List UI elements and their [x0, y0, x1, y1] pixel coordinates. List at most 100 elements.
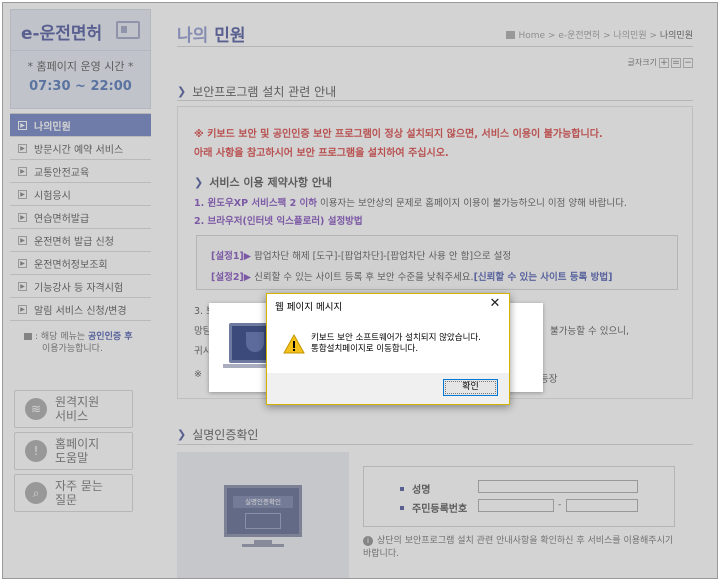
browser-page: e-운전면허 * 홈페이지 운영 시간 * 07:30 ~ 22:00 ▶ 나의민… — [2, 2, 718, 579]
chevron-right-icon: ❯ — [177, 85, 187, 98]
rrn-label: 주민등록번호 — [400, 500, 467, 515]
font-size-label: 글자크기 — [627, 58, 657, 67]
name-input[interactable] — [478, 480, 638, 493]
restriction-item-1: 1. 윈도우XP 서비스팩 2 이하 이용자는 보안상의 문제로 홈페이지 이용… — [194, 198, 627, 209]
divider — [177, 100, 693, 101]
sidebar-item-label: 연습면허발급 — [34, 213, 90, 225]
identity-verification: 실명인증확인 성명 주민등록번호 - i 상단의 보안프로그램 설치 관련 안내사… — [177, 452, 693, 578]
font-reset-button[interactable]: = — [671, 57, 681, 68]
arrow-right-icon: ▶ — [18, 120, 27, 130]
divider — [177, 46, 693, 47]
main-content: 나의 민원 Home > e-운전면허 > 나의민원 > 나의민원 글자크기 +… — [177, 3, 717, 578]
arrow-right-icon: ▶ — [18, 281, 27, 291]
setting-1: [설정1]▶ 팝업차단 해제 [도구]-[팝업차단]-[팝업차단 사용 안 함]… — [211, 251, 512, 262]
breadcrumb-current: 나의민원 — [659, 31, 693, 41]
remote-support-button[interactable]: ≋ 원격지원 서비스 — [14, 390, 133, 428]
monitor-icon: 실명인증확인 — [224, 485, 302, 537]
restriction-text: 불가능할 수 있으니, — [550, 326, 629, 337]
home-icon — [506, 31, 516, 39]
sidebar-item-license-issue[interactable]: ▶ 운전면허 발급 신청 — [10, 229, 151, 252]
breadcrumb-item[interactable]: 나의민원 — [613, 31, 646, 41]
sidebar-item-label: 나의민원 — [34, 121, 71, 133]
help-button[interactable]: ! 홈페이지 도움말 — [14, 432, 133, 470]
logo[interactable]: e-운전면허 — [10, 9, 151, 51]
sidebar-item-label: 운전면허 발급 신청 — [34, 236, 114, 248]
verification-form: 성명 주민등록번호 - — [363, 466, 675, 527]
trusted-site-link[interactable]: [신뢰할 수 있는 사이트 등록 방법] — [474, 272, 613, 283]
sidebar-item-practice-license[interactable]: ▶ 연습면허발급 — [10, 206, 151, 229]
sidebar-item-instructor-exam[interactable]: ▶ 기능강사 등 자격시험 — [10, 275, 151, 298]
message-dialog: 웹 페이지 메시지 ✕ 키보드 보안 소프트웨어가 설치되지 않았습니다. 통합설… — [266, 293, 510, 405]
id-card-icon — [245, 513, 281, 529]
arrow-right-icon: ▶ — [18, 235, 27, 245]
sidebar-item-my-civil[interactable]: ▶ 나의민원 — [10, 114, 151, 137]
logo-text: e-운전면허 — [21, 24, 103, 44]
arrow-right-icon: ▶ — [18, 258, 27, 268]
sidebar-item-label: 운전면허정보조회 — [34, 259, 108, 271]
sidebar-item-safety-education[interactable]: ▶ 교통안전교육 — [10, 160, 151, 183]
faq-button[interactable]: ⌕ 자주 묻는 질문 — [14, 474, 133, 512]
search-icon: ⌕ — [25, 482, 47, 504]
chevron-right-icon: ❯ — [177, 428, 187, 441]
verification-illustration: 실명인증확인 — [177, 452, 349, 578]
sidebar-item-label: 교통안전교육 — [34, 167, 90, 179]
operating-hours: * 홈페이지 운영 시간 * 07:30 ~ 22:00 — [10, 51, 151, 109]
dialog-titlebar[interactable]: 웹 페이지 메시지 ✕ — [267, 294, 509, 317]
chevron-right-icon: ❯ — [194, 175, 204, 189]
arrow-right-icon: ▶ — [18, 212, 27, 222]
ok-button[interactable]: 확인 — [443, 379, 498, 396]
shield-icon — [246, 332, 264, 352]
hours-time: 07:30 ~ 22:00 — [29, 79, 132, 94]
note-text: : 해당 메뉴는 — [35, 332, 89, 342]
quick-label: 자주 묻는 질문 — [55, 479, 103, 507]
rrn-front-input[interactable] — [478, 499, 554, 512]
restriction-note: ※ — [194, 369, 202, 380]
cert-link[interactable]: 공인인증 후 — [88, 332, 133, 342]
close-icon[interactable]: ✕ — [487, 296, 503, 311]
breadcrumb-home[interactable]: Home — [518, 31, 545, 41]
quick-label: 원격지원 서비스 — [55, 395, 100, 423]
arrow-right-icon: ▶ — [18, 189, 27, 199]
setting-2: [설정2]▶ 신뢰할 수 있는 사이트 등록 후 보안 수준을 낮춰주세요.[신… — [211, 272, 613, 283]
license-card-icon — [116, 21, 140, 39]
wifi-icon: ≋ — [25, 398, 47, 420]
rrn-dash: - — [558, 500, 562, 510]
monitor-label: 실명인증확인 — [233, 496, 293, 508]
sidebar-menu: ▶ 나의민원 ▶ 방문시간 예약 서비스 ▶ 교통안전교육 ▶ 시험응시 ▶ 연습면허발급… — [10, 113, 151, 321]
arrow-right-icon: ▶ — [18, 304, 27, 314]
dialog-body: 키보드 보안 소프트웨어가 설치되지 않았습니다. 통합설치페이지로 이동합니다. — [267, 317, 509, 373]
arrow-right-icon: ▶ — [18, 143, 27, 153]
dialog-message: 키보드 보안 소프트웨어가 설치되지 않았습니다. 통합설치페이지로 이동합니다. — [311, 333, 481, 354]
divider — [177, 444, 693, 445]
section-security-heading: ❯ 보안프로그램 설치 관련 안내 — [177, 85, 337, 99]
breadcrumb: Home > e-운전면허 > 나의민원 > 나의민원 — [506, 28, 693, 41]
quick-links: ≋ 원격지원 서비스 ! 홈페이지 도움말 ⌕ 자주 묻는 질문 — [14, 390, 133, 516]
browser-settings-box: [설정1]▶ 팝업차단 해제 [도구]-[팝업차단]-[팝업차단 사용 안 함]… — [196, 235, 678, 290]
sidebar-item-license-info[interactable]: ▶ 운전면허정보조회 — [10, 252, 151, 275]
quick-label: 홈페이지 도움말 — [55, 437, 100, 465]
rrn-back-input[interactable] — [566, 499, 638, 512]
font-size-control: 글자크기 + = − — [628, 57, 693, 68]
arrow-right-icon: ▶ — [18, 166, 27, 176]
warning-icon — [283, 334, 305, 354]
breadcrumb-item[interactable]: e-운전면허 — [558, 31, 600, 41]
dialog-title: 웹 페이지 메시지 — [275, 302, 343, 313]
sidebar-item-label: 방문시간 예약 서비스 — [34, 144, 124, 156]
font-increase-button[interactable]: + — [659, 57, 669, 68]
name-label: 성명 — [400, 481, 430, 496]
info-icon: i — [363, 536, 373, 546]
monitor-base — [242, 544, 284, 547]
help-icon: ! — [25, 440, 47, 462]
sidebar-item-exam[interactable]: ▶ 시험응시 — [10, 183, 151, 206]
sidebar-item-visit-reservation[interactable]: ▶ 방문시간 예약 서비스 — [10, 137, 151, 160]
font-decrease-button[interactable]: − — [683, 57, 693, 68]
sidebar-item-notification[interactable]: ▶ 알림 서비스 신청/변경 — [10, 298, 151, 321]
sidebar-item-label: 시험응시 — [34, 190, 71, 202]
sidebar-item-label: 알림 서비스 신청/변경 — [34, 305, 127, 317]
page-title: 나의 민원 — [177, 26, 246, 46]
sidebar-item-label: 기능강사 등 자격시험 — [34, 282, 124, 294]
note-text-2: 이용가능합니다. — [42, 344, 103, 354]
lock-icon — [24, 333, 32, 340]
warning-text: 아래 사항을 참고하시어 보안 프로그램을 설치하여 주십시오. — [194, 148, 449, 159]
info-note: i 상단의 보안프로그램 설치 관련 안내사항을 확인하신 후 서비스를 이용해주… — [363, 536, 674, 559]
